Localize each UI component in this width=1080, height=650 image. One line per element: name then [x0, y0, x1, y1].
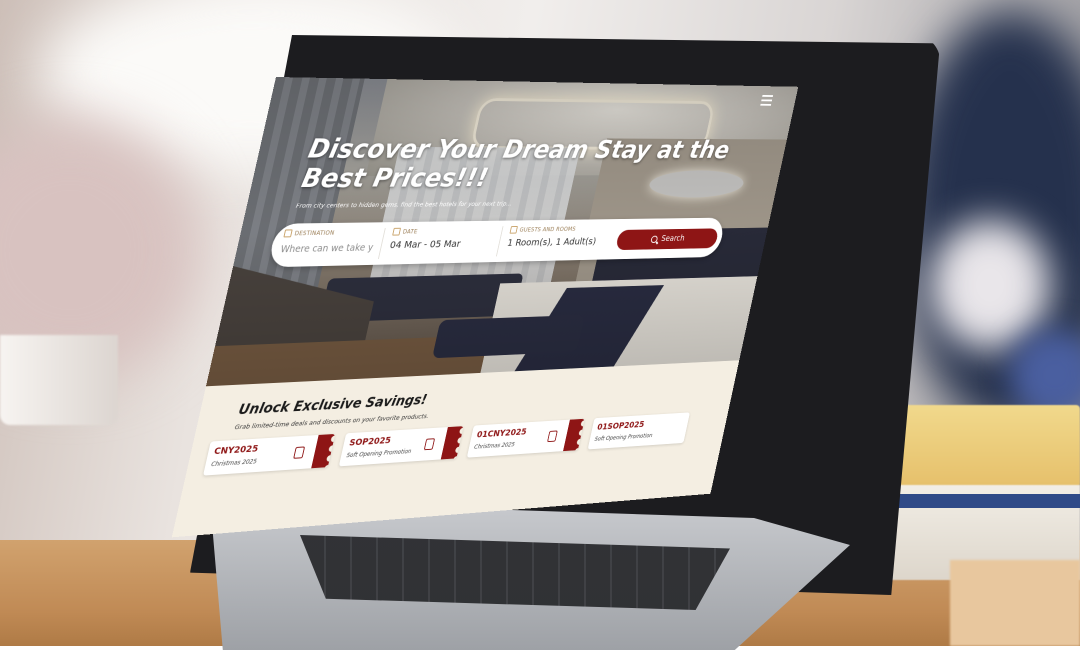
destination-label-row: DESTINATION — [283, 228, 384, 238]
date-field[interactable]: DATE 04 Mar - 05 Mar — [386, 226, 504, 259]
coupon-code: 01SOP2025 — [596, 420, 646, 433]
copy-icon[interactable] — [547, 430, 558, 443]
coupon-notch — [440, 426, 464, 460]
destination-field[interactable]: DESTINATION — [278, 228, 386, 262]
guests-label-row: GUESTS AND ROOMS — [509, 225, 619, 234]
coupon-card[interactable]: 01SOP2025 Soft Opening Promotion — [587, 412, 690, 450]
coupon-card[interactable]: SOP2025 Soft Opening Promotion — [338, 426, 464, 467]
search-button[interactable]: Search — [615, 228, 720, 251]
hero-section: Discover Your Dream Stay at the Best Pri… — [205, 77, 799, 387]
coupon-notch — [563, 418, 585, 452]
destination-label: DESTINATION — [293, 229, 336, 237]
coupon-card[interactable]: CNY2025 Christmas 2025 — [203, 433, 336, 476]
calendar-icon — [392, 227, 402, 236]
coupon-card[interactable]: 01CNY2025 Christmas 2025 — [466, 418, 585, 458]
hamburger-menu-icon[interactable] — [760, 94, 774, 106]
people-icon — [509, 226, 518, 234]
location-pin-icon — [283, 229, 293, 238]
date-value[interactable]: 04 Mar - 05 Mar — [389, 238, 500, 251]
hero-title: Discover Your Dream Stay at the Best Pri… — [298, 133, 733, 194]
guests-value[interactable]: 1 Room(s), 1 Adult(s) — [506, 236, 616, 249]
guests-field[interactable]: GUESTS AND ROOMS 1 Room(s), 1 Adult(s) — [505, 225, 620, 257]
laptop-screen-wrapper: Discover Your Dream Stay at the Best Pri… — [0, 0, 1080, 646]
coupon-code: 01CNY2025 — [475, 427, 528, 441]
coupon-code: SOP2025 — [348, 436, 392, 449]
coupon-description: Soft Opening Promotion — [593, 432, 653, 443]
coupon-notch — [311, 433, 336, 469]
copy-icon[interactable] — [293, 446, 306, 459]
date-label-row: DATE — [392, 226, 502, 236]
guests-label: GUESTS AND ROOMS — [518, 225, 577, 234]
coupon-description: Christmas 2025 — [473, 441, 516, 451]
laptop-screen: Discover Your Dream Stay at the Best Pri… — [171, 77, 799, 538]
search-icon — [650, 235, 659, 244]
coupon-code: CNY2025 — [212, 444, 259, 458]
coupon-description: Soft Opening Promotion — [345, 448, 412, 460]
destination-input[interactable] — [279, 242, 375, 256]
date-label: DATE — [402, 228, 419, 235]
promo-section: Unlock Exclusive Savings! Grab limited-t… — [171, 360, 740, 538]
copy-icon[interactable] — [423, 438, 436, 451]
coupon-description: Christmas 2025 — [210, 458, 258, 469]
search-button-label: Search — [660, 234, 686, 244]
